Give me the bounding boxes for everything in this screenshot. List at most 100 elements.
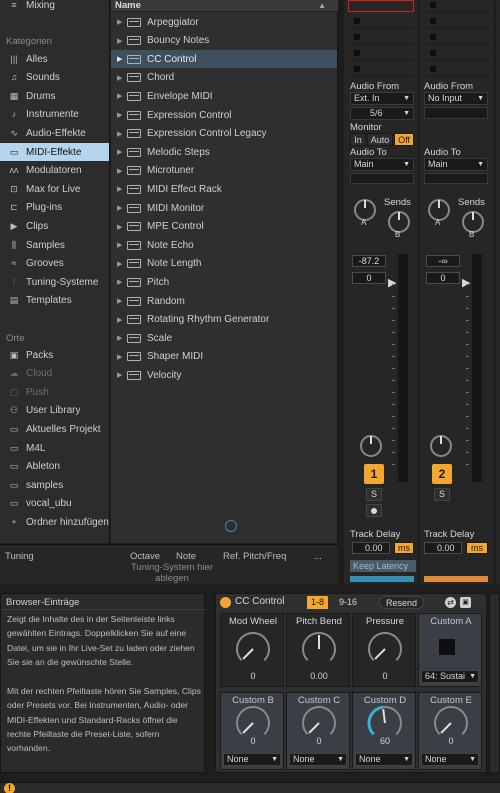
clip-slot[interactable]: [426, 30, 490, 44]
device-on-toggle[interactable]: [220, 597, 231, 608]
browser-item-random[interactable]: ▶ Random: [111, 292, 337, 310]
expand-arrow-icon[interactable]: ▶: [117, 353, 127, 361]
sidebar-item-modulatoren[interactable]: ʌʌ Modulatoren: [0, 162, 109, 180]
browser-item-expression-control[interactable]: ▶ Expression Control: [111, 106, 337, 124]
output-select[interactable]: Main ▼: [424, 158, 488, 171]
browser-item-pitch[interactable]: ▶ Pitch: [111, 273, 337, 291]
param-mod-wheel[interactable]: Mod Wheel 0: [220, 613, 284, 687]
sidebar-item-m4l[interactable]: ▭ M4L: [0, 439, 109, 457]
expand-arrow-icon[interactable]: ▶: [117, 148, 127, 156]
expand-arrow-icon[interactable]: ▶: [117, 223, 127, 231]
delay-unit-button[interactable]: ms: [394, 542, 414, 554]
browser-item-bouncy-notes[interactable]: ▶ Bouncy Notes: [111, 32, 337, 50]
browser-item-note-echo[interactable]: ▶ Note Echo: [111, 236, 337, 254]
sidebar-item-ordner-hinzuf-gen[interactable]: + Ordner hinzufügen: [0, 513, 109, 531]
browser-item-melodic-steps[interactable]: ▶ Melodic Steps: [111, 143, 337, 161]
volume-fader-track[interactable]: [398, 254, 408, 482]
clip-slot[interactable]: [350, 30, 414, 44]
volume-display[interactable]: -∞: [426, 255, 460, 267]
fader-handle-icon[interactable]: ▶: [462, 276, 470, 289]
browser-item-midi-monitor[interactable]: ▶ MIDI Monitor: [111, 199, 337, 217]
expand-arrow-icon[interactable]: ▶: [117, 297, 127, 305]
expand-arrow-icon[interactable]: ▶: [117, 316, 127, 324]
expand-arrow-icon[interactable]: ▶: [117, 130, 127, 138]
save-preset-icon[interactable]: ▣: [460, 597, 471, 608]
clip-slot[interactable]: [426, 46, 490, 60]
param-custom-a[interactable]: Custom A 64: Sustai ▼: [418, 613, 482, 687]
browser-item-mpe-control[interactable]: ▶ MPE Control: [111, 218, 337, 236]
track-delay-value[interactable]: 0.00: [352, 542, 390, 554]
expand-arrow-icon[interactable]: ▶: [117, 334, 127, 342]
param-knob[interactable]: [367, 631, 403, 667]
output-channel-select[interactable]: [350, 173, 414, 184]
browser-item-arpeggiator[interactable]: ▶ Arpeggiator: [111, 13, 337, 31]
tab-1-8[interactable]: 1-8: [307, 596, 329, 609]
track-activator-button[interactable]: 2: [432, 464, 452, 484]
param-pressure[interactable]: Pressure 0: [352, 613, 416, 687]
clip-slot[interactable]: [426, 0, 490, 12]
volume-display[interactable]: -87.2: [352, 255, 386, 267]
expand-arrow-icon[interactable]: ▶: [117, 260, 127, 268]
expand-arrow-icon[interactable]: ▶: [117, 37, 127, 45]
cc-toggle-button[interactable]: [439, 639, 455, 655]
sidebar-item-plug-ins[interactable]: ⊏ Plug-ins: [0, 199, 109, 217]
param-knob[interactable]: [301, 631, 337, 667]
delay-unit-button[interactable]: ms: [466, 542, 488, 554]
browser-item-envelope-midi[interactable]: ▶ Envelope MIDI: [111, 87, 337, 105]
sidebar-item-ableton[interactable]: ▭ Ableton: [0, 458, 109, 476]
input-type-select[interactable]: No Input ▼: [424, 92, 488, 105]
monitor-off-button[interactable]: Off: [394, 133, 414, 146]
expand-arrow-icon[interactable]: ▶: [117, 18, 127, 26]
browser-item-rotating-rhythm-generator[interactable]: ▶ Rotating Rhythm Generator: [111, 311, 337, 329]
browser-item-chord[interactable]: ▶ Chord: [111, 69, 337, 87]
param-pitch-bend[interactable]: Pitch Bend 0.00: [286, 613, 350, 687]
browser-item-microtuner[interactable]: ▶ Microtuner: [111, 162, 337, 180]
sidebar-item-samples[interactable]: ▭ samples: [0, 476, 109, 494]
param-custom-e[interactable]: Custom E 0 None ▼: [418, 692, 482, 770]
sidebar-item-max-for-live[interactable]: ⊡ Max for Live: [0, 180, 109, 198]
sidebar-item-user-library[interactable]: ⚇ User Library: [0, 402, 109, 420]
sidebar-item-audio-effekte[interactable]: ∿ Audio-Effekte: [0, 124, 109, 142]
warning-icon[interactable]: !: [4, 783, 15, 793]
track-delay-value[interactable]: 0.00: [424, 542, 462, 554]
browser-item-expression-control-legacy[interactable]: ▶ Expression Control Legacy: [111, 125, 337, 143]
output-select[interactable]: Main ▼: [350, 158, 414, 171]
hot-swap-icon[interactable]: [225, 520, 237, 532]
sidebar-item-samples[interactable]: ⫼ Samples: [0, 236, 109, 254]
clip-slot[interactable]: [350, 62, 414, 76]
sort-arrow-icon[interactable]: ▲: [318, 0, 326, 11]
sidebar-item-vocal-ubu[interactable]: ▭ vocal_ubu: [0, 495, 109, 513]
browser-item-cc-control[interactable]: ▶ CC Control: [111, 50, 337, 69]
track-activator-button[interactable]: 1: [364, 464, 384, 484]
param-custom-d[interactable]: Custom D 60 None ▼: [352, 692, 416, 770]
browser-item-note-length[interactable]: ▶ Note Length: [111, 255, 337, 273]
selected-clip-slot[interactable]: [348, 0, 414, 12]
param-custom-c[interactable]: Custom C 0 None ▼: [286, 692, 350, 770]
cc-select[interactable]: None ▼: [355, 753, 413, 766]
pan-knob[interactable]: [430, 435, 452, 457]
clip-slot[interactable]: [350, 46, 414, 60]
expand-arrow-icon[interactable]: ▶: [117, 371, 127, 379]
param-custom-b[interactable]: Custom B 0 None ▼: [220, 692, 284, 770]
input-channel-select[interactable]: 5/6 ▼: [350, 107, 414, 120]
sidebar-item-instrumente[interactable]: ♪ Instrumente: [0, 106, 109, 124]
expand-arrow-icon[interactable]: ▶: [117, 185, 127, 193]
input-channel-select[interactable]: [424, 107, 488, 119]
cc-select[interactable]: None ▼: [223, 753, 281, 766]
volume-fader-track[interactable]: [472, 254, 482, 482]
pan-display[interactable]: 0: [426, 272, 460, 284]
fader-handle-icon[interactable]: ▶: [388, 276, 396, 289]
expand-arrow-icon[interactable]: ▶: [117, 92, 127, 100]
output-channel-select[interactable]: [424, 173, 488, 184]
sidebar-item-drums[interactable]: ▦ Drums: [0, 87, 109, 105]
cc-select[interactable]: None ▼: [289, 753, 347, 766]
monitor-in-button[interactable]: In: [350, 133, 366, 146]
expand-arrow-icon[interactable]: ▶: [117, 278, 127, 286]
sidebar-item-tuning-systeme[interactable]: ⫶ Tuning-Systeme: [0, 273, 109, 291]
cc-select[interactable]: None ▼: [421, 753, 479, 766]
param-knob[interactable]: [235, 631, 271, 667]
sidebar-item-aktuelles-projekt[interactable]: ▭ Aktuelles Projekt: [0, 420, 109, 438]
browser-item-scale[interactable]: ▶ Scale: [111, 329, 337, 347]
resend-button[interactable]: Resend: [379, 596, 425, 609]
sidebar-item-alles[interactable]: ||| Alles: [0, 50, 109, 68]
